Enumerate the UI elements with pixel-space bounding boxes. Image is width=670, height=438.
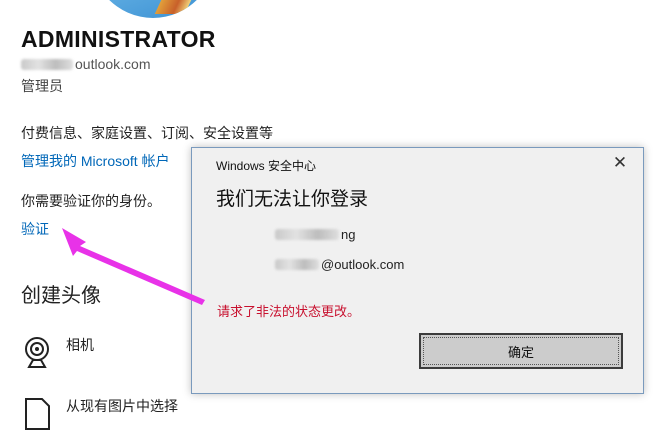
dialog-title: Windows 安全中心: [216, 159, 317, 173]
redacted-text: [275, 229, 339, 240]
account-role: 管理员: [21, 78, 63, 94]
ok-button[interactable]: 确定: [419, 333, 623, 369]
camera-option[interactable]: 相机: [66, 335, 94, 355]
account-name: ADMINISTRATOR: [21, 26, 216, 52]
dialog-email: @outlook.com: [275, 257, 404, 272]
billing-info-text: 付费信息、家庭设置、订阅、安全设置等: [21, 125, 273, 141]
windows-security-dialog: Windows 安全中心 ✕ 我们无法让你登录 ng @outlook.com …: [191, 147, 644, 394]
dialog-heading: 我们无法让你登录: [216, 189, 369, 210]
verify-link[interactable]: 验证: [21, 219, 49, 239]
account-email-suffix: outlook.com: [75, 56, 151, 72]
choose-picture-option[interactable]: 从现有图片中选择: [66, 396, 178, 416]
redacted-text: [275, 259, 319, 270]
dialog-username: ng: [275, 227, 355, 242]
account-email: outlook.com: [21, 56, 150, 72]
redacted-text: [21, 58, 73, 70]
ok-button-label: 确定: [507, 344, 534, 360]
close-icon[interactable]: ✕: [609, 152, 631, 174]
dialog-error-message: 请求了非法的状态更改。: [217, 304, 361, 319]
dialog-email-suffix: @outlook.com: [321, 257, 405, 272]
avatar: [88, 0, 218, 18]
dialog-username-suffix: ng: [341, 227, 356, 242]
camera-icon[interactable]: [21, 334, 53, 370]
create-avatar-heading: 创建头像: [21, 285, 101, 307]
verify-prompt: 你需要验证你的身份。: [21, 193, 161, 209]
manage-account-link[interactable]: 管理我的 Microsoft 帐户: [21, 151, 170, 171]
file-icon[interactable]: [21, 396, 53, 432]
